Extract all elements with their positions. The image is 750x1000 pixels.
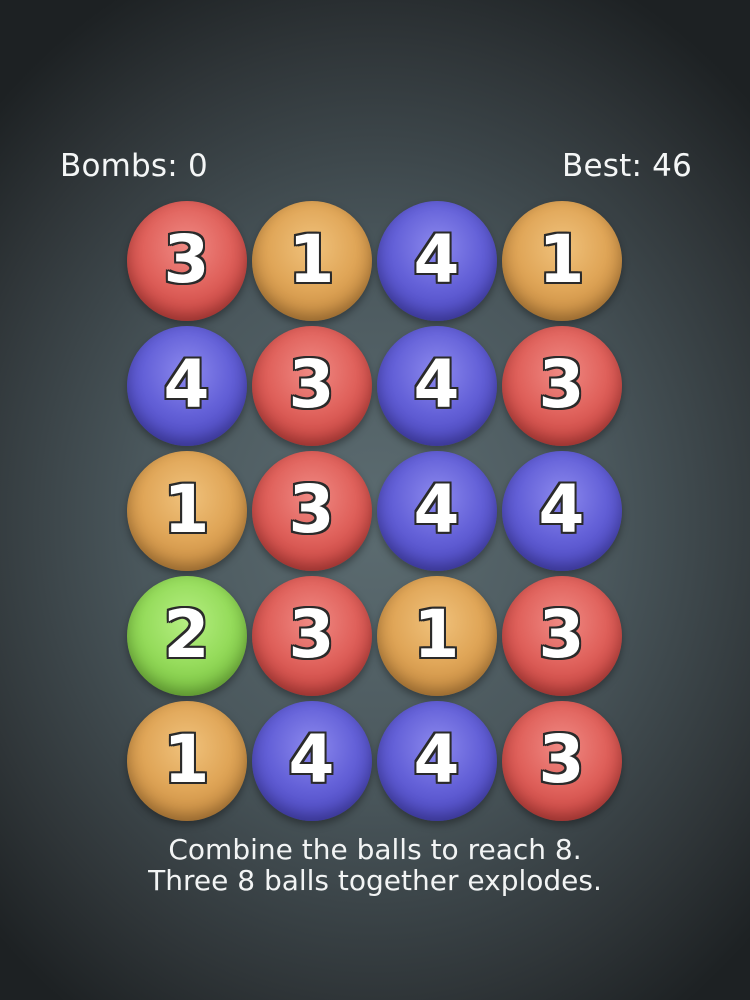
ball-number: 3 (288, 345, 335, 423)
board-cell[interactable]: 3 (499, 573, 624, 698)
ball-number: 4 (163, 345, 210, 423)
ball-number: 4 (413, 720, 460, 798)
board-cell[interactable]: 3 (249, 323, 374, 448)
board-cell[interactable]: 4 (374, 448, 499, 573)
board-cell[interactable]: 1 (374, 573, 499, 698)
ball-number: 1 (538, 220, 585, 298)
ball[interactable]: 3 (501, 325, 622, 446)
ball[interactable]: 4 (251, 700, 372, 821)
ball-number: 1 (413, 595, 460, 673)
ball-number: 1 (163, 470, 210, 548)
board-cell[interactable]: 3 (499, 698, 624, 823)
game-board: 3 1 4 1 4 3 4 3 1 3 4 4 2 3 1 3 1 4 4 3 (124, 198, 624, 823)
instructions-line-2: Three 8 balls together explodes. (148, 864, 602, 897)
board-cell[interactable]: 4 (374, 698, 499, 823)
ball-number: 4 (288, 720, 335, 798)
ball-number: 3 (538, 595, 585, 673)
best-score: Best: 46 (562, 148, 692, 184)
board-cell[interactable]: 3 (249, 573, 374, 698)
ball-number: 2 (163, 595, 210, 673)
board-cell[interactable]: 4 (249, 698, 374, 823)
ball[interactable]: 1 (251, 200, 372, 321)
ball-number: 4 (413, 345, 460, 423)
ball[interactable]: 1 (126, 450, 247, 571)
ball[interactable]: 1 (126, 700, 247, 821)
ball-number: 3 (288, 470, 335, 548)
bombs-counter: Bombs: 0 (60, 148, 208, 184)
board-cell[interactable]: 4 (124, 323, 249, 448)
ball-number: 1 (288, 220, 335, 298)
board-cell[interactable]: 4 (374, 323, 499, 448)
board-cell[interactable]: 1 (124, 448, 249, 573)
ball-number: 3 (538, 720, 585, 798)
ball-number: 3 (538, 345, 585, 423)
board-cell[interactable]: 2 (124, 573, 249, 698)
ball-number: 3 (288, 595, 335, 673)
ball[interactable]: 4 (376, 325, 497, 446)
ball[interactable]: 3 (251, 325, 372, 446)
ball-number: 3 (163, 220, 210, 298)
board-cell[interactable]: 4 (499, 448, 624, 573)
ball[interactable]: 4 (501, 450, 622, 571)
ball-number: 4 (413, 470, 460, 548)
board-cell[interactable]: 1 (124, 698, 249, 823)
ball[interactable]: 4 (376, 200, 497, 321)
ball[interactable]: 4 (376, 450, 497, 571)
ball[interactable]: 2 (126, 575, 247, 696)
ball[interactable]: 1 (376, 575, 497, 696)
ball[interactable]: 3 (251, 575, 372, 696)
instructions-text: Combine the balls to reach 8. Three 8 ba… (0, 834, 750, 896)
board-cell[interactable]: 3 (249, 448, 374, 573)
board-cell[interactable]: 1 (499, 198, 624, 323)
ball[interactable]: 3 (126, 200, 247, 321)
ball-number: 4 (538, 470, 585, 548)
instructions-line-1: Combine the balls to reach 8. (168, 833, 582, 866)
ball[interactable]: 3 (251, 450, 372, 571)
ball[interactable]: 4 (126, 325, 247, 446)
ball[interactable]: 3 (501, 575, 622, 696)
board-cell[interactable]: 3 (499, 323, 624, 448)
board-cell[interactable]: 4 (374, 198, 499, 323)
board-cell[interactable]: 3 (124, 198, 249, 323)
ball-number: 1 (163, 720, 210, 798)
board-cell[interactable]: 1 (249, 198, 374, 323)
ball[interactable]: 3 (501, 700, 622, 821)
ball[interactable]: 1 (501, 200, 622, 321)
ball-number: 4 (413, 220, 460, 298)
ball[interactable]: 4 (376, 700, 497, 821)
